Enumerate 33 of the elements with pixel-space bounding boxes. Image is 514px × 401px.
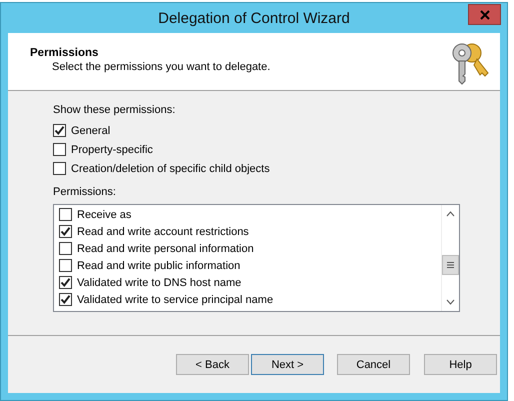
checkbox-label: Creation/deletion of specific child objects [71,162,270,174]
permission-label: Read and write account restrictions [77,226,249,238]
section-label: Show these permissions: [53,104,176,118]
checkbox[interactable] [59,242,72,255]
dialog-button[interactable]: Next > [251,354,324,375]
close-icon [480,10,490,20]
close-button[interactable] [468,4,501,25]
checkbox[interactable] [53,162,66,175]
checkbox[interactable] [59,208,72,221]
section-label: Permissions: [53,186,117,200]
permission-label: Receive as [77,208,132,220]
checkbox-label: General [71,124,110,136]
window-title: Delegation of Control Wizard [158,10,350,26]
permission-label: Read and write personal information [77,242,254,254]
permission-label: Validated write to DNS host name [77,276,242,288]
dialog-button[interactable]: Help [424,354,497,375]
dialog-button[interactable]: < Back [176,354,249,375]
page-title: Permissions [30,47,100,59]
permission-label: Read and write public information [77,260,240,272]
dialog-button[interactable]: Cancel [337,354,410,375]
checkbox[interactable] [59,259,72,272]
scroll-up-icon[interactable] [446,211,455,217]
scroll-down-icon[interactable] [446,299,455,305]
checkbox[interactable] [59,276,72,289]
scroll-thumb[interactable] [442,255,459,275]
permission-label: Validated write to service principal name [77,294,274,306]
checkbox[interactable] [59,293,72,306]
checkbox[interactable] [53,143,66,156]
scrollbar[interactable] [441,205,459,311]
checkbox[interactable] [59,225,72,238]
checkbox-label: Property-specific [71,144,153,156]
page-subtitle: Select the permissions you want to delegate. [51,61,270,73]
checkbox[interactable] [53,124,66,137]
